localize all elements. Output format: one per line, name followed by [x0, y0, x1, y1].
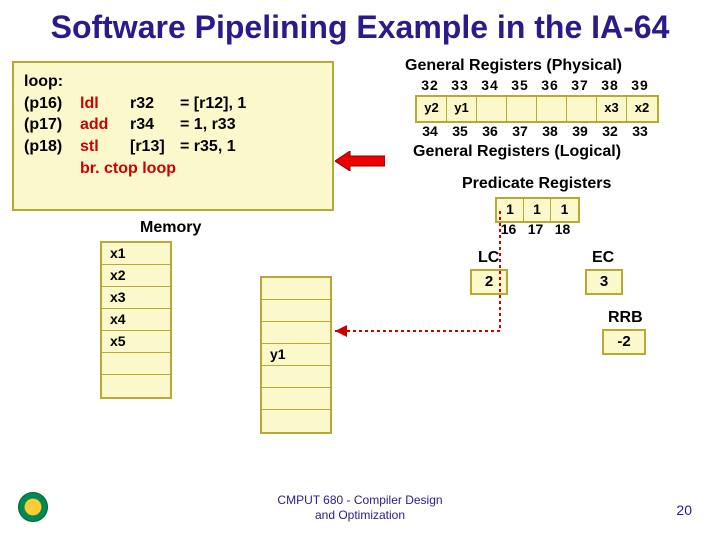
slide-number: 20	[676, 502, 692, 518]
code-inst-1: add	[80, 114, 130, 136]
rrb-label: RRB	[608, 309, 643, 327]
phys-idx: 36	[535, 77, 565, 93]
log-idx: 34	[415, 123, 445, 139]
code-arg1a: r34	[130, 114, 180, 136]
mem-cell	[102, 375, 170, 397]
code-arg1b: = 1, r33	[180, 114, 322, 136]
mem-cell: y1	[262, 344, 330, 366]
code-inst-3: br. ctop loop	[80, 158, 176, 180]
ec-value-box: 3	[585, 269, 623, 295]
mem-cell	[262, 388, 330, 410]
log-idx: 36	[475, 123, 505, 139]
log-idx: 38	[535, 123, 565, 139]
phys-index-row: 3233343536373839	[415, 77, 655, 93]
ec-label: EC	[592, 249, 614, 267]
lc-label: LC	[478, 249, 499, 267]
mem-cell	[262, 410, 330, 432]
code-loop-label: loop:	[24, 71, 80, 93]
mem-cell	[262, 278, 330, 300]
reg-cell	[507, 97, 537, 121]
mem-cell: x2	[102, 265, 170, 287]
pred-idx: 18	[549, 221, 576, 237]
mem-cell	[262, 300, 330, 322]
mem-cell: x1	[102, 243, 170, 265]
code-inst-0: ldl	[80, 93, 130, 115]
reg-cell	[537, 97, 567, 121]
log-idx: 37	[505, 123, 535, 139]
phys-idx: 38	[595, 77, 625, 93]
phys-idx: 39	[625, 77, 655, 93]
mem-cell	[262, 366, 330, 388]
code-pred-2: (p18)	[24, 136, 80, 158]
reg-cell: x2	[627, 97, 657, 121]
pred-cell: 1	[497, 199, 524, 221]
mem-cell: x3	[102, 287, 170, 309]
mem-cell: x5	[102, 331, 170, 353]
reg-cell	[567, 97, 597, 121]
predicate-index-row: 161718	[495, 221, 576, 237]
pred-cell: 1	[551, 199, 578, 221]
predicate-table: 1 1 1	[495, 197, 580, 223]
university-logo-icon	[18, 492, 48, 522]
log-idx: 35	[445, 123, 475, 139]
phys-idx: 32	[415, 77, 445, 93]
code-arg2b: = r35, 1	[180, 136, 322, 158]
pred-idx: 17	[522, 221, 549, 237]
mem-cell: x4	[102, 309, 170, 331]
pred-cell: 1	[524, 199, 551, 221]
reg-cell	[477, 97, 507, 121]
code-pred-1: (p17)	[24, 114, 80, 136]
log-index-row: 3435363738393233	[415, 123, 655, 139]
code-pred-0: (p16)	[24, 93, 80, 115]
reg-cell: y2	[417, 97, 447, 121]
code-arg2c: [r13]	[130, 136, 180, 158]
reg-cell: y1	[447, 97, 477, 121]
memory-label: Memory	[140, 219, 201, 237]
reg-cell: x3	[597, 97, 627, 121]
mem-cell	[262, 322, 330, 344]
phys-idx: 35	[505, 77, 535, 93]
general-registers-logical-label: General Registers (Logical)	[413, 143, 621, 161]
memory-column-y: y1	[260, 276, 332, 434]
phys-idx: 34	[475, 77, 505, 93]
phys-idx: 33	[445, 77, 475, 93]
phys-idx: 37	[565, 77, 595, 93]
mem-cell	[102, 353, 170, 375]
code-block: loop: (p16) ldl r32 = [r12], 1 (p17) add…	[12, 61, 334, 211]
log-idx: 39	[565, 123, 595, 139]
code-arg0a: r32	[130, 93, 180, 115]
log-idx: 33	[625, 123, 655, 139]
predicate-registers-label: Predicate Registers	[462, 175, 611, 193]
log-idx: 32	[595, 123, 625, 139]
footer-course: CMPUT 680 - Compiler Design and Optimiza…	[0, 493, 720, 522]
code-inst-2: stl	[80, 136, 130, 158]
pred-idx: 16	[495, 221, 522, 237]
pointer-arrow-icon	[335, 151, 385, 171]
code-arg0b: = [r12], 1	[180, 93, 322, 115]
slide-title: Software Pipelining Example in the IA-64	[0, 0, 720, 51]
memory-column-x: x1 x2 x3 x4 x5	[100, 241, 172, 399]
slide-content: loop: (p16) ldl r32 = [r12], 1 (p17) add…	[0, 51, 720, 481]
general-registers-physical-label: General Registers (Physical)	[405, 57, 622, 75]
register-table: y2 y1 x3 x2	[415, 95, 659, 123]
rrb-value-box: -2	[602, 329, 646, 355]
lc-value-box: 2	[470, 269, 508, 295]
